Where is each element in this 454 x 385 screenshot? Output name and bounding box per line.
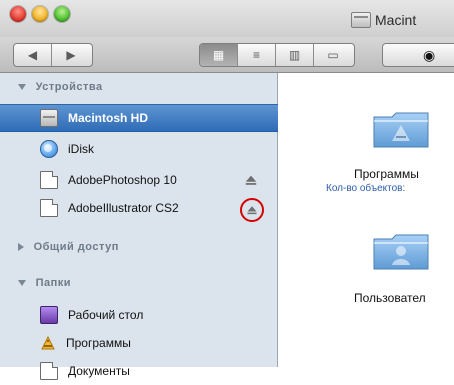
sidebar-section-places[interactable]: Папки xyxy=(18,277,71,289)
navigation-buttons: ◀ ▶ xyxy=(13,43,93,67)
sidebar-item-idisk[interactable]: iDisk xyxy=(0,135,278,163)
sidebar-item-label: AdobePhotoshop 10 xyxy=(68,173,177,187)
hard-drive-icon xyxy=(351,12,371,28)
sidebar-section-shared[interactable]: Общий доступ xyxy=(18,241,119,253)
folder-subtitle: Кол-во объектов: xyxy=(326,183,406,194)
chevron-right-icon: ▶ xyxy=(66,48,76,62)
applications-icon xyxy=(40,335,56,351)
quicklook-button[interactable]: ◉ xyxy=(382,43,454,67)
back-button[interactable]: ◀ xyxy=(14,44,52,66)
sidebar-item-label: Macintosh HD xyxy=(68,111,149,125)
list-view-button[interactable]: ≡ xyxy=(238,44,276,66)
sidebar-item-label: Документы xyxy=(68,364,130,378)
sidebar-item-label: Рабочий стол xyxy=(68,308,144,322)
sidebar-item-adobephotoshop-10[interactable]: AdobePhotoshop 10 xyxy=(0,166,278,194)
coverflow-view-button[interactable]: ▭ xyxy=(314,44,352,66)
eject-icon[interactable] xyxy=(244,173,258,187)
desktop-icon xyxy=(40,306,58,324)
zoom-window-button[interactable] xyxy=(54,6,70,22)
sidebar-item-label: Программы xyxy=(66,336,131,350)
users-folder-icon[interactable] xyxy=(370,229,432,273)
disclosure-triangle-right-icon xyxy=(18,243,24,252)
icon-view-icon: ▦ xyxy=(212,48,225,62)
disclosure-triangle-down-icon xyxy=(18,280,26,287)
sidebar-section-devices[interactable]: Устройства xyxy=(18,81,103,93)
sidebar-section-label: Папки xyxy=(35,277,71,289)
chevron-left-icon: ◀ xyxy=(27,48,38,62)
documents-icon xyxy=(40,362,58,380)
list-view-icon: ≡ xyxy=(252,48,260,62)
disk-image-icon xyxy=(40,199,58,217)
hard-drive-icon xyxy=(40,109,58,127)
coverflow-view-icon: ▭ xyxy=(327,48,339,62)
eject-icon[interactable] xyxy=(240,198,264,222)
sidebar: Устройства Macintosh HD iDisk AdobePhoto… xyxy=(0,73,278,380)
sidebar-section-label: Общий доступ xyxy=(33,241,119,253)
disk-image-icon xyxy=(40,171,58,189)
folder-title: Программы xyxy=(354,167,419,181)
minimize-window-button[interactable] xyxy=(32,6,48,22)
sidebar-item-desktop[interactable]: Рабочий стол xyxy=(0,301,278,329)
toolbar: ◀ ▶ ▦ ≡ ▥ ▭ ◉ xyxy=(0,37,454,73)
applications-folder-icon[interactable] xyxy=(370,107,432,151)
view-mode-buttons: ▦ ≡ ▥ ▭ xyxy=(199,43,355,67)
main-content: Программы Кол-во объектов: Пользовател xyxy=(278,73,454,367)
folder-title: Пользовател xyxy=(354,291,426,305)
eye-icon: ◉ xyxy=(423,46,436,63)
sidebar-item-label: AdobeIllustrator CS2 xyxy=(68,201,179,215)
disclosure-triangle-down-icon xyxy=(18,84,26,91)
forward-button[interactable]: ▶ xyxy=(52,44,90,66)
sidebar-item-label: iDisk xyxy=(68,142,94,156)
sidebar-item-macintosh-hd[interactable]: Macintosh HD xyxy=(0,104,278,132)
icon-view-button[interactable]: ▦ xyxy=(200,44,238,66)
sidebar-item-documents[interactable]: Документы xyxy=(0,357,278,385)
column-view-icon: ▥ xyxy=(288,48,301,62)
sidebar-section-label: Устройства xyxy=(35,81,103,93)
sidebar-item-applications[interactable]: Программы xyxy=(0,329,278,357)
close-window-button[interactable] xyxy=(10,6,26,22)
column-view-button[interactable]: ▥ xyxy=(276,44,314,66)
idisk-icon xyxy=(40,140,58,158)
window-title: Macint xyxy=(375,12,417,28)
sidebar-item-adobeillustrator-cs2[interactable]: AdobeIllustrator CS2 xyxy=(0,194,278,222)
title-bar: Macint xyxy=(0,0,454,37)
